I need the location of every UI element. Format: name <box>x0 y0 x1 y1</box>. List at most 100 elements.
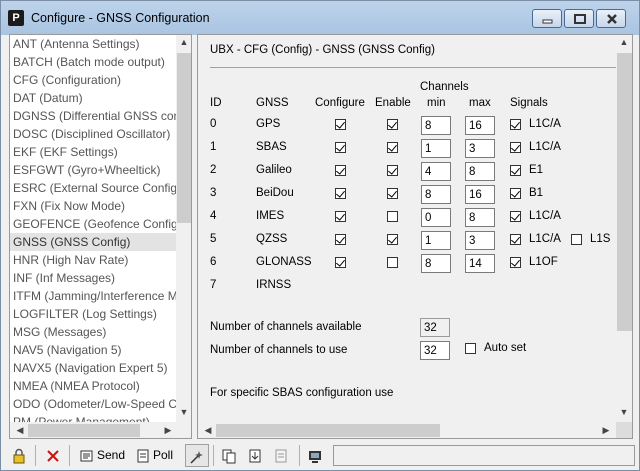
list-item[interactable]: LOGFILTER (Log Settings) <box>10 305 176 323</box>
row-gnss-name: Galileo <box>256 164 292 176</box>
scroll-left-icon[interactable]: ◀ <box>12 425 28 436</box>
signal-label: B1 <box>529 187 544 199</box>
auto-set-checkbox[interactable] <box>465 343 476 354</box>
list-item[interactable]: GNSS (GNSS Config) <box>10 233 176 251</box>
panel-vertical-scrollbar[interactable]: ▲ ▼ <box>616 35 632 422</box>
list-item[interactable]: EKF (EKF Settings) <box>10 143 176 161</box>
lock-icon <box>13 448 25 464</box>
max-channels-field[interactable]: 16 <box>465 116 495 135</box>
configure-checkbox[interactable] <box>335 211 346 222</box>
enable-checkbox[interactable] <box>387 234 398 245</box>
scroll-right-icon[interactable]: ▶ <box>160 425 176 436</box>
enable-checkbox[interactable] <box>387 188 398 199</box>
panel-scroll-down-icon[interactable]: ▼ <box>616 407 632 417</box>
signal-checkbox[interactable] <box>510 211 521 222</box>
list-item[interactable]: ESFGWT (Gyro+Wheeltick) <box>10 161 176 179</box>
signal-checkbox[interactable] <box>510 142 521 153</box>
list-item[interactable]: DGNSS (Differential GNSS conf <box>10 107 176 125</box>
list-horizontal-scrollbar[interactable]: ◀ ▶ <box>10 422 191 438</box>
max-channels-field[interactable]: 8 <box>465 162 495 181</box>
enable-checkbox[interactable] <box>387 211 398 222</box>
min-channels-field[interactable]: 8 <box>421 254 451 273</box>
configure-checkbox[interactable] <box>335 188 346 199</box>
signal-checkbox[interactable] <box>510 188 521 199</box>
panel-scroll-up-icon[interactable]: ▲ <box>616 37 632 47</box>
list-item[interactable]: HNR (High Nav Rate) <box>10 251 176 269</box>
delete-button[interactable] <box>45 444 63 467</box>
enable-checkbox[interactable] <box>387 119 398 130</box>
load-icon <box>249 449 261 463</box>
header-channels: Channels <box>420 81 469 93</box>
list-item[interactable]: NAV5 (Navigation 5) <box>10 341 176 359</box>
scroll-down-icon[interactable]: ▼ <box>176 407 191 417</box>
list-item[interactable]: ANT (Antenna Settings) <box>10 35 176 53</box>
enable-checkbox[interactable] <box>387 165 398 176</box>
minimize-button[interactable] <box>532 9 562 28</box>
scroll-up-icon[interactable]: ▲ <box>176 37 191 47</box>
panel-hscroll-thumb[interactable] <box>216 424 440 437</box>
row-gnss-name: IRNSS <box>256 279 292 291</box>
signal-checkbox[interactable] <box>510 165 521 176</box>
list-item[interactable]: NAVX5 (Navigation Expert 5) <box>10 359 176 377</box>
copy-button[interactable] <box>221 444 239 467</box>
configure-checkbox[interactable] <box>335 119 346 130</box>
send-button[interactable]: Send <box>79 444 125 467</box>
list-item[interactable]: FXN (Fix Now Mode) <box>10 197 176 215</box>
device-button[interactable] <box>307 444 325 467</box>
min-channels-field[interactable]: 8 <box>421 116 451 135</box>
signal-checkbox[interactable] <box>510 234 521 245</box>
lock-button[interactable] <box>11 444 29 467</box>
max-channels-field[interactable]: 16 <box>465 185 495 204</box>
list-item[interactable]: INF (Inf Messages) <box>10 269 176 287</box>
panel-scroll-left-icon[interactable]: ◀ <box>200 425 216 436</box>
max-channels-field[interactable]: 8 <box>465 208 495 227</box>
list-item[interactable]: CFG (Configuration) <box>10 71 176 89</box>
panel-scroll-right-icon[interactable]: ▶ <box>598 425 614 436</box>
max-channels-field[interactable]: 3 <box>465 139 495 158</box>
list-item[interactable]: NMEA (NMEA Protocol) <box>10 377 176 395</box>
list-item[interactable]: DOSC (Disciplined Oscillator) <box>10 125 176 143</box>
list-item[interactable]: PM (Power Management) <box>10 413 176 422</box>
min-channels-field[interactable]: 1 <box>421 231 451 250</box>
min-channels-field[interactable]: 4 <box>421 162 451 181</box>
autopoll-button[interactable] <box>185 444 209 467</box>
configure-checkbox[interactable] <box>335 165 346 176</box>
title-bar[interactable]: P Configure - GNSS Configuration <box>1 1 639 35</box>
save-button[interactable] <box>273 444 291 467</box>
configure-checkbox[interactable] <box>335 142 346 153</box>
channels-to-use-field[interactable]: 32 <box>420 341 450 360</box>
signal-checkbox[interactable] <box>510 257 521 268</box>
signal-label: L1S <box>590 233 611 245</box>
load-button[interactable] <box>247 444 265 467</box>
enable-checkbox[interactable] <box>387 257 398 268</box>
list-scroll-thumb[interactable] <box>177 53 191 223</box>
list-item[interactable]: ITFM (Jamming/Interference M <box>10 287 176 305</box>
panel-scroll-thumb[interactable] <box>617 53 632 331</box>
signal-checkbox[interactable] <box>571 234 582 245</box>
min-channels-field[interactable]: 8 <box>421 185 451 204</box>
panel-horizontal-scrollbar[interactable]: ◀ ▶ <box>198 422 616 438</box>
configure-checkbox[interactable] <box>335 234 346 245</box>
list-item[interactable]: BATCH (Batch mode output) <box>10 53 176 71</box>
configure-checkbox[interactable] <box>335 257 346 268</box>
list-item[interactable]: DAT (Datum) <box>10 89 176 107</box>
max-channels-field[interactable]: 3 <box>465 231 495 250</box>
list-item[interactable]: ODO (Odometer/Low-Speed C <box>10 395 176 413</box>
signal-checkbox[interactable] <box>510 119 521 130</box>
list-item[interactable]: ESRC (External Source Config) <box>10 179 176 197</box>
send-icon <box>80 450 93 462</box>
min-channels-field[interactable]: 1 <box>421 139 451 158</box>
list-hscroll-thumb[interactable] <box>28 424 140 437</box>
message-list[interactable]: ANT (Antenna Settings) BATCH (Batch mode … <box>10 35 176 422</box>
poll-button[interactable]: Poll <box>135 444 173 467</box>
max-channels-field[interactable]: 14 <box>465 254 495 273</box>
list-vertical-scrollbar[interactable]: ▲ ▼ <box>176 35 191 422</box>
list-item[interactable]: GEOFENCE (Geofence Config) <box>10 215 176 233</box>
list-item[interactable]: MSG (Messages) <box>10 323 176 341</box>
row-id: 7 <box>210 279 217 291</box>
bottom-toolbar: Send Poll <box>1 442 639 470</box>
min-channels-field[interactable]: 0 <box>421 208 451 227</box>
close-button[interactable] <box>596 9 626 28</box>
enable-checkbox[interactable] <box>387 142 398 153</box>
maximize-button[interactable] <box>564 9 594 28</box>
